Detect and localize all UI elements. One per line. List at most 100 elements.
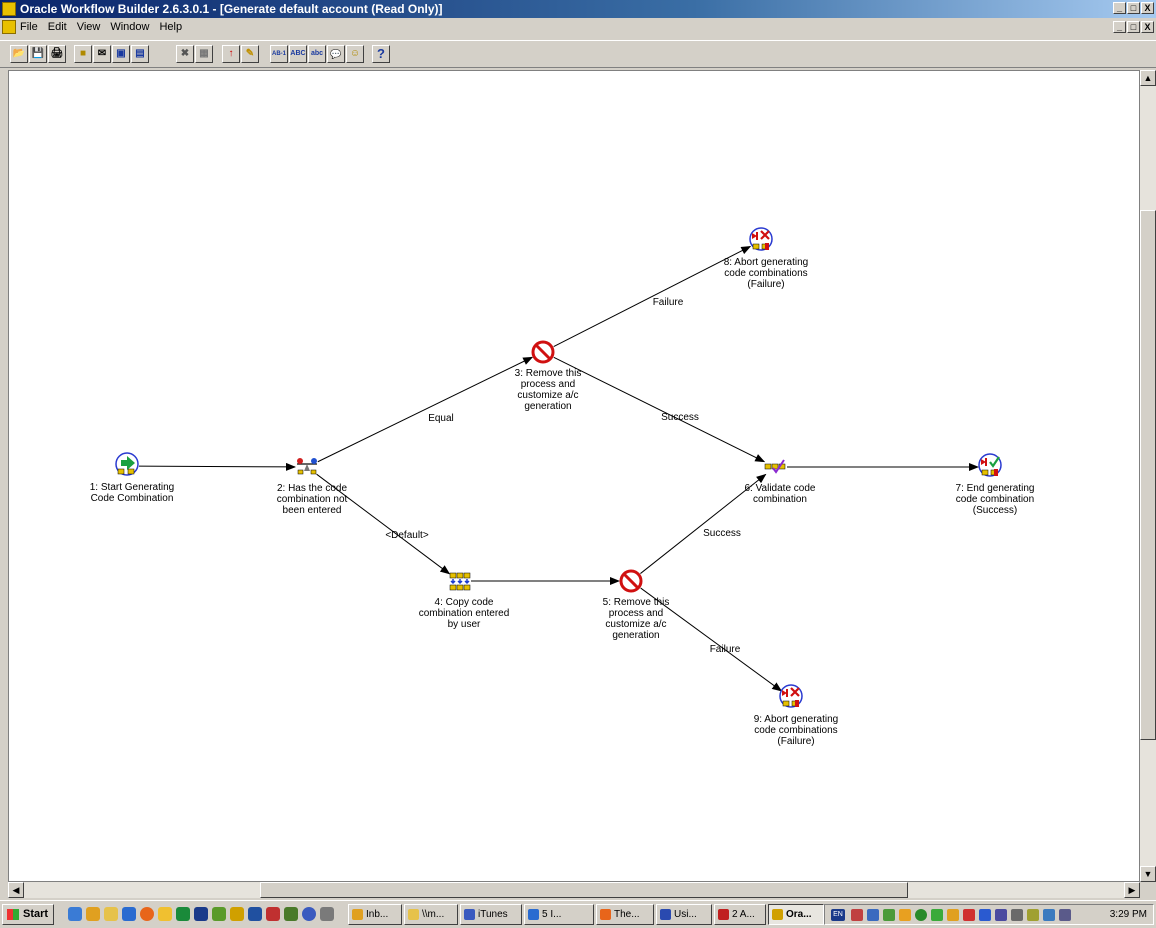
label-abc-lower-button[interactable]: abc [308, 45, 326, 63]
doc-restore-button[interactable]: □ [1127, 21, 1140, 33]
help-button[interactable]: ? [372, 45, 390, 63]
tray-app13-icon[interactable] [1043, 909, 1055, 921]
label-ab1-button[interactable]: AB-1 [270, 45, 288, 63]
scroll-down-button[interactable]: ▼ [1140, 866, 1156, 882]
workflow-node-n4[interactable]: 4: Copy codecombination enteredby user [419, 572, 510, 630]
doc-minimize-button[interactable]: _ [1113, 21, 1126, 33]
new-lookup-button[interactable]: ▣ [112, 45, 130, 63]
task-label: Ora... [786, 909, 812, 920]
quicklaunch-browser-icon[interactable] [122, 907, 136, 921]
tray-app2-icon[interactable] [867, 909, 879, 921]
scroll-up-button[interactable]: ▲ [1140, 70, 1156, 86]
new-item-button[interactable]: ■ [74, 45, 92, 63]
tray-app3-icon[interactable] [883, 909, 895, 921]
quicklaunch-app5-icon[interactable] [284, 907, 298, 921]
open-button[interactable]: 📂 [10, 45, 28, 63]
new-message-button[interactable]: ✉ [93, 45, 111, 63]
menu-view[interactable]: View [77, 21, 101, 33]
quicklaunch-app3-icon[interactable] [212, 907, 226, 921]
minimize-button[interactable]: _ [1113, 2, 1126, 14]
tray-app10-icon[interactable] [995, 909, 1007, 921]
horizontal-scroll-thumb[interactable] [260, 882, 908, 898]
tray-app1-icon[interactable] [851, 909, 863, 921]
menu-file[interactable]: File [20, 21, 38, 33]
copy-combination-icon [449, 572, 471, 591]
transition-label: Success [703, 528, 741, 539]
horizontal-scrollbar[interactable]: ◀ ▶ [8, 882, 1140, 898]
close-button[interactable]: X [1141, 2, 1154, 14]
language-indicator[interactable]: EN [831, 909, 845, 921]
scroll-right-button[interactable]: ▶ [1124, 882, 1140, 898]
workflow-node-n9[interactable]: 9: Abort generatingcode combinations(Fai… [754, 684, 839, 747]
task-acrobat[interactable]: 2 A... [714, 904, 766, 925]
start-button[interactable]: Start [2, 904, 54, 925]
tray-app12-icon[interactable] [1027, 909, 1039, 921]
windows-logo-icon [7, 909, 19, 920]
quicklaunch-itunes-icon[interactable] [302, 907, 316, 921]
task-word[interactable]: Usi... [656, 904, 712, 925]
node-label-line: customize a/c [517, 390, 578, 401]
menu-help[interactable]: Help [159, 21, 182, 33]
new-function-button[interactable]: ▤ [131, 45, 149, 63]
label-abc-upper-button[interactable]: ABC [289, 45, 307, 63]
menu-edit[interactable]: Edit [48, 21, 67, 33]
workflow-node-n1[interactable]: 1: Start GeneratingCode Combination [90, 452, 175, 504]
task-inbox[interactable]: Inb... [348, 904, 402, 925]
tray-app5-icon[interactable] [915, 909, 927, 921]
document-icon[interactable] [2, 20, 16, 34]
node-label-line: 9: Abort generating [754, 714, 839, 725]
workflow-canvas[interactable]: Equal <Default> Failure Success Success Failu… [8, 70, 1140, 882]
task-firefox[interactable]: The... [596, 904, 654, 925]
quicklaunch-outlook-icon[interactable] [86, 907, 100, 921]
doc-close-button[interactable]: X [1141, 21, 1154, 33]
maximize-button[interactable]: □ [1127, 2, 1140, 14]
quicklaunch-folder-icon[interactable] [104, 907, 118, 921]
window-title-bar[interactable]: Oracle Workflow Builder 2.6.3.0.1 - [Gen… [0, 0, 1156, 18]
workflow-node-n7[interactable]: 7: End generatingcode combination(Succes… [956, 453, 1035, 516]
quicklaunch-app2-icon[interactable] [194, 907, 208, 921]
tray-app6-icon[interactable] [931, 909, 943, 921]
quicklaunch-oracle-icon[interactable] [230, 907, 244, 921]
end-success-icon [978, 453, 1002, 477]
quicklaunch-firefox-icon[interactable] [140, 907, 154, 921]
task-folder[interactable]: \\m... [404, 904, 458, 925]
scroll-left-button[interactable]: ◀ [8, 882, 24, 898]
node-label-line: code combination [956, 494, 1034, 505]
window-title: Oracle Workflow Builder 2.6.3.0.1 - [Gen… [20, 2, 443, 16]
transition-n1-n2[interactable] [138, 462, 297, 471]
workflow-node-n8[interactable]: 8: Abort generatingcode combinations(Fai… [724, 227, 809, 290]
task-oracle-workflow[interactable]: Ora... [768, 904, 824, 925]
vertical-scroll-thumb[interactable] [1140, 210, 1156, 740]
arrow-tool-button[interactable]: ↑ [222, 45, 240, 63]
quicklaunch-app4-icon[interactable] [248, 907, 262, 921]
properties-button[interactable]: ▦ [195, 45, 213, 63]
print-button[interactable]: 🖨 [48, 45, 66, 63]
task-itunes[interactable]: iTunes [460, 904, 522, 925]
task-ie[interactable]: 5 I... [524, 904, 594, 925]
transition-n2-n3[interactable] [317, 356, 534, 463]
smile-button[interactable]: ☺ [346, 45, 364, 63]
vertical-scrollbar[interactable]: ▲ ▼ [1140, 70, 1156, 882]
tray-app4-icon[interactable] [899, 909, 911, 921]
menu-window[interactable]: Window [110, 21, 149, 33]
quicklaunch-search-icon[interactable] [158, 907, 172, 921]
workflow-node-n3[interactable]: 3: Remove thisprocess andcustomize a/cge… [515, 340, 582, 412]
quicklaunch-app6-icon[interactable] [320, 907, 334, 921]
transition-n3-n6[interactable] [553, 356, 766, 463]
quicklaunch-ie-icon[interactable] [68, 907, 82, 921]
tray-app7-icon[interactable] [947, 909, 959, 921]
node-label-line: generation [524, 401, 571, 412]
tray-app9-icon[interactable] [979, 909, 991, 921]
tray-app11-icon[interactable] [1011, 909, 1023, 921]
comment-button[interactable]: 💬 [327, 45, 345, 63]
delete-button[interactable]: ✖ [176, 45, 194, 63]
quicklaunch-filezilla-icon[interactable] [266, 907, 280, 921]
save-button[interactable]: 💾 [29, 45, 47, 63]
quicklaunch-app-icon[interactable] [176, 907, 190, 921]
node-label-line: 7: End generating [956, 483, 1035, 494]
tray-app8-icon[interactable] [963, 909, 975, 921]
tray-volume-icon[interactable] [1059, 909, 1071, 921]
start-process-icon [115, 452, 139, 476]
folder-icon [408, 909, 419, 920]
pencil-tool-button[interactable]: ✎ [241, 45, 259, 63]
